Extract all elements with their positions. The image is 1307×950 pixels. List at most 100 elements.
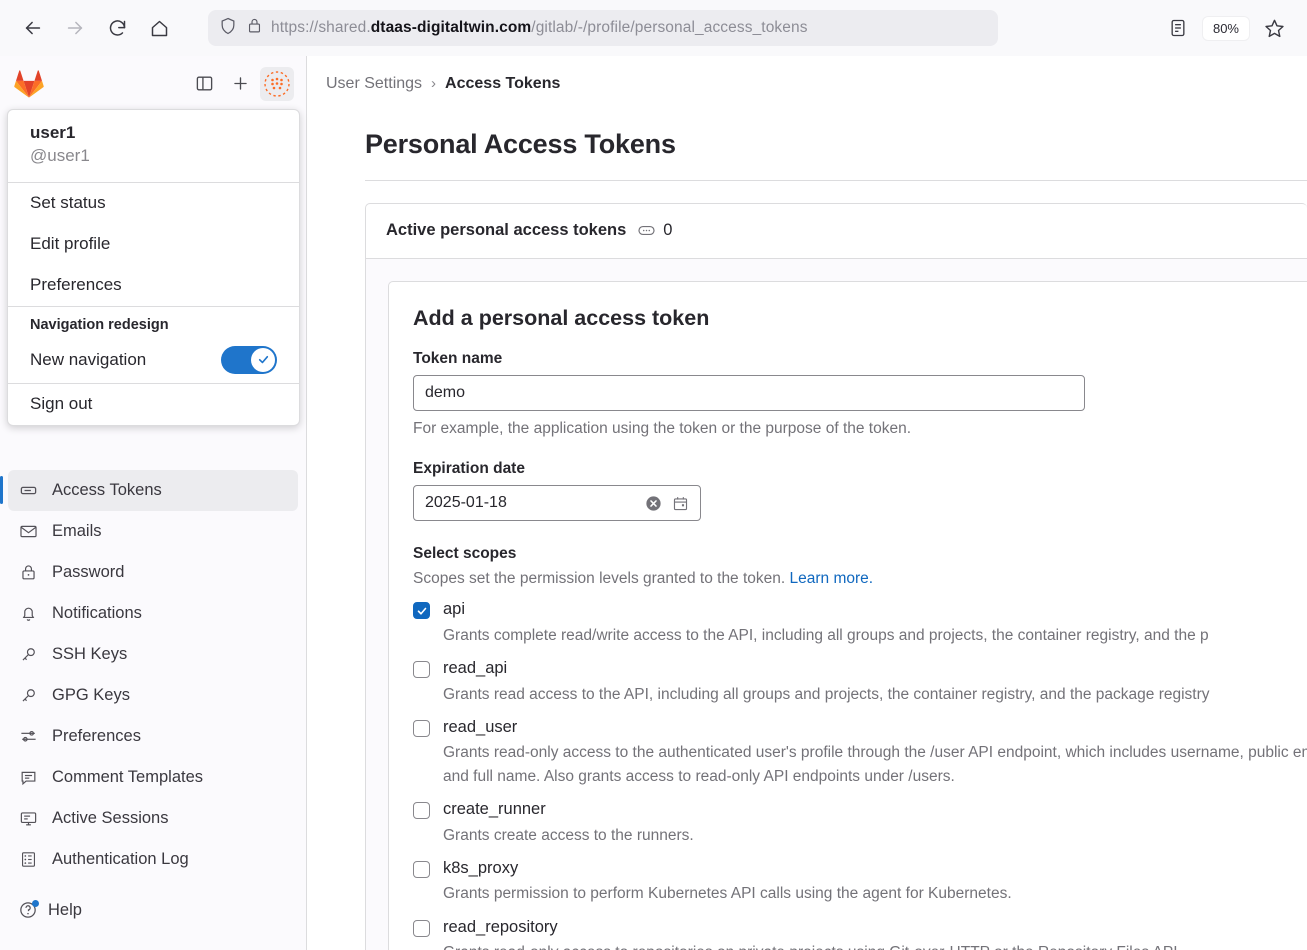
active-tokens-header: Active personal access tokens 0 (366, 204, 1307, 258)
sidebar-header (0, 56, 306, 111)
scope-checkbox-api[interactable] (413, 602, 430, 619)
home-button[interactable] (140, 9, 178, 47)
token-name-label: Token name (413, 350, 1307, 368)
add-token-panel: Add a personal access token Token name d… (366, 258, 1307, 950)
active-tokens-title: Active personal access tokens (386, 221, 626, 240)
scope-header[interactable]: api (413, 599, 1307, 620)
main-content: User Settings › Access Tokens Personal A… (307, 56, 1307, 950)
dropdown-section-title: Navigation redesign (8, 307, 299, 337)
browser-toolbar-actions: 80% (1159, 9, 1293, 47)
reader-view-icon[interactable] (1159, 9, 1197, 47)
scope-checkbox-read-user[interactable] (413, 720, 430, 737)
scope-row: k8s_proxy Grants permission to perform K… (413, 858, 1307, 906)
sidebar-item-emails[interactable]: Emails (8, 511, 298, 552)
scope-row: read_user Grants read-only access to the… (413, 717, 1307, 788)
content-scroll-area: Personal Access Tokens Active personal a… (307, 111, 1307, 950)
page-title: Personal Access Tokens (307, 111, 1307, 180)
sidebar-item-preferences[interactable]: Preferences (8, 716, 298, 757)
sidebar-item-help[interactable]: Help (8, 890, 298, 930)
key-icon (18, 686, 38, 706)
sidebar-item-label: Active Sessions (52, 809, 168, 828)
scopes-learn-more-link[interactable]: Learn more. (790, 570, 874, 587)
question-circle-icon (18, 900, 38, 920)
shield-icon (218, 16, 238, 41)
sidebar-item-ssh-keys[interactable]: SSH Keys (8, 634, 298, 675)
sidebar-item-label: GPG Keys (52, 686, 130, 705)
scopes-block: Select scopes Scopes set the permission … (413, 545, 1307, 950)
add-token-title: Add a personal access token (413, 306, 1307, 331)
sidebar-item-comment-templates[interactable]: Comment Templates (8, 757, 298, 798)
sidebar-item-password[interactable]: Password (8, 552, 298, 593)
scope-name: read_user (443, 717, 517, 738)
menu-item-preferences[interactable]: Preferences (8, 265, 299, 306)
clear-circle-icon[interactable] (644, 494, 663, 513)
add-token-form: Add a personal access token Token name d… (388, 281, 1307, 950)
breadcrumb-current: Access Tokens (445, 75, 560, 93)
back-button[interactable] (14, 9, 52, 47)
scope-checkbox-read-api[interactable] (413, 661, 430, 678)
bell-icon (18, 604, 38, 624)
panel-toggle-icon[interactable] (188, 68, 220, 100)
breadcrumb-parent[interactable]: User Settings (326, 75, 422, 93)
help-label: Help (48, 901, 82, 920)
scopes-list: api Grants complete read/write access to… (413, 599, 1307, 950)
scope-header[interactable]: create_runner (413, 799, 1307, 820)
scope-header[interactable]: read_api (413, 658, 1307, 679)
sidebar-item-gpg-keys[interactable]: GPG Keys (8, 675, 298, 716)
scopes-help: Scopes set the permission levels granted… (413, 570, 1307, 588)
scope-checkbox-read-repository[interactable] (413, 920, 430, 937)
comment-icon (18, 768, 38, 788)
scope-header[interactable]: k8s_proxy (413, 858, 1307, 879)
sidebar-item-label: Comment Templates (52, 768, 203, 787)
zoom-level-badge[interactable]: 80% (1203, 17, 1249, 40)
sidebar-item-authentication-log[interactable]: Authentication Log (8, 839, 298, 880)
token-count-badge: 0 (637, 221, 672, 240)
new-navigation-label: New navigation (30, 350, 146, 370)
address-bar[interactable]: https://shared.dtaas-digitaltwin.com/git… (208, 10, 998, 46)
token-name-help: For example, the application using the t… (413, 420, 1307, 438)
forward-button[interactable] (56, 9, 94, 47)
padlock-icon (246, 16, 263, 40)
sidebar-item-access-tokens[interactable]: Access Tokens (8, 470, 298, 511)
new-navigation-toggle-row[interactable]: New navigation (8, 337, 299, 383)
scope-checkbox-k8s-proxy[interactable] (413, 861, 430, 878)
gitlab-logo-icon[interactable] (12, 67, 46, 101)
expiration-input-icons (644, 494, 689, 513)
reload-button[interactable] (98, 9, 136, 47)
scope-row: read_api Grants read access to the API, … (413, 658, 1307, 706)
expiration-date-input[interactable]: 2025-01-18 (413, 485, 701, 521)
star-icon[interactable] (1255, 9, 1293, 47)
scope-header[interactable]: read_user (413, 717, 1307, 738)
scopes-label: Select scopes (413, 545, 1307, 563)
sidebar-item-notifications[interactable]: Notifications (8, 593, 298, 634)
scope-description: Grants read-only access to repositories … (443, 941, 1307, 950)
dropdown-user-name: user1 (30, 122, 277, 145)
sidebar-item-active-sessions[interactable]: Active Sessions (8, 798, 298, 839)
sidebar-item-label: SSH Keys (52, 645, 127, 664)
scope-header[interactable]: read_repository (413, 917, 1307, 938)
scope-checkbox-create-runner[interactable] (413, 802, 430, 819)
sidebar: Access Tokens Emails Password Notificati… (0, 56, 307, 950)
calendar-icon[interactable] (672, 495, 689, 512)
token-count: 0 (663, 221, 672, 240)
menu-item-set-status[interactable]: Set status (8, 183, 299, 224)
divider (365, 180, 1307, 181)
scope-name: read_repository (443, 917, 558, 938)
user-avatar-icon[interactable] (260, 67, 294, 101)
plus-icon[interactable] (224, 68, 256, 100)
token-name-input[interactable]: demo (413, 375, 1085, 411)
menu-item-sign-out[interactable]: Sign out (8, 384, 299, 425)
scope-name: create_runner (443, 799, 546, 820)
scope-row: api Grants complete read/write access to… (413, 599, 1307, 647)
sliders-icon (18, 727, 38, 747)
new-navigation-toggle[interactable] (221, 346, 277, 374)
scope-row: create_runner Grants create access to th… (413, 799, 1307, 847)
scope-description: Grants create access to the runners. (443, 824, 1307, 847)
menu-item-edit-profile[interactable]: Edit profile (8, 224, 299, 265)
sidebar-item-label: Preferences (52, 727, 141, 746)
scope-row: read_repository Grants read-only access … (413, 917, 1307, 950)
lock-icon (18, 563, 38, 583)
key-icon (18, 645, 38, 665)
sidebar-footer: Help (0, 890, 306, 950)
sidebar-item-label: Access Tokens (52, 481, 162, 500)
